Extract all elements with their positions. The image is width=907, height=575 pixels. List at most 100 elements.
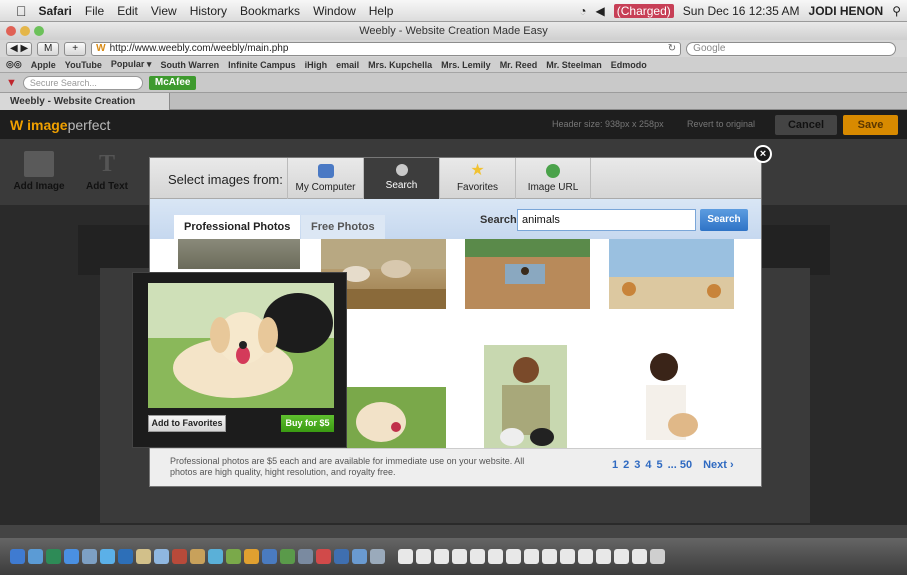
- menu-file[interactable]: File: [85, 4, 104, 18]
- dock-app-icon[interactable]: [190, 549, 205, 564]
- dock-app-icon[interactable]: [316, 549, 331, 564]
- menu-history[interactable]: History: [190, 4, 227, 18]
- dock-app-icon[interactable]: [100, 549, 115, 564]
- bookmark-item[interactable]: South Warren: [160, 60, 219, 70]
- menu-bookmarks[interactable]: Bookmarks: [240, 4, 300, 18]
- dock-app-icon[interactable]: [46, 549, 61, 564]
- mcafee-button[interactable]: McAfee: [148, 75, 197, 90]
- user-name[interactable]: JODI HENON: [809, 4, 884, 18]
- photo-thumbnail[interactable]: [628, 345, 711, 448]
- source-search[interactable]: Search: [363, 158, 439, 199]
- next-page-link[interactable]: Next ›: [703, 459, 734, 471]
- dock-document-icon[interactable]: [398, 549, 413, 564]
- menu-edit[interactable]: Edit: [117, 4, 138, 18]
- dock-app-icon[interactable]: [208, 549, 223, 564]
- dock-document-icon[interactable]: [416, 549, 431, 564]
- bookmark-item[interactable]: email: [336, 60, 359, 70]
- app-menu[interactable]: Safari: [39, 4, 72, 18]
- apple-icon[interactable]: : [16, 3, 27, 19]
- dock-app-icon[interactable]: [10, 549, 25, 564]
- photo-thumbnail[interactable]: [341, 387, 446, 448]
- dock-app-icon[interactable]: [28, 549, 43, 564]
- bookmark-item[interactable]: Infinite Campus: [228, 60, 296, 70]
- page-link[interactable]: 3: [634, 459, 640, 471]
- trash-icon[interactable]: [650, 549, 665, 564]
- source-image-url[interactable]: Image URL: [515, 158, 591, 199]
- secure-search-input[interactable]: Secure Search...: [22, 75, 143, 90]
- dock-document-icon[interactable]: [470, 549, 485, 564]
- dock-app-icon[interactable]: [154, 549, 169, 564]
- dock-document-icon[interactable]: [434, 549, 449, 564]
- buy-button[interactable]: Buy for $5: [281, 415, 334, 432]
- dock-document-icon[interactable]: [542, 549, 557, 564]
- spotlight-icon[interactable]: ⚲: [892, 4, 901, 18]
- dock-app-icon[interactable]: [334, 549, 349, 564]
- dock-document-icon[interactable]: [560, 549, 575, 564]
- add-bookmark-icon[interactable]: +: [64, 41, 87, 56]
- close-icon[interactable]: ×: [754, 145, 772, 163]
- minimize-window-icon[interactable]: [20, 26, 30, 36]
- dock-app-icon[interactable]: [262, 549, 277, 564]
- bookmark-item[interactable]: Apple: [31, 60, 56, 70]
- menu-window[interactable]: Window: [313, 4, 356, 18]
- source-my-computer[interactable]: My Computer: [287, 158, 363, 199]
- photo-thumbnail[interactable]: [484, 345, 567, 448]
- source-favorites[interactable]: ★ Favorites: [439, 158, 515, 199]
- zoom-window-icon[interactable]: [34, 26, 44, 36]
- dock-document-icon[interactable]: [578, 549, 593, 564]
- add-image-tool[interactable]: Add Image: [8, 145, 70, 203]
- bookmark-item[interactable]: Mr. Reed: [500, 60, 538, 70]
- page-link[interactable]: 1: [612, 459, 618, 471]
- bookmark-item[interactable]: iHigh: [305, 60, 328, 70]
- tab-professional-photos[interactable]: Professional Photos: [174, 215, 301, 239]
- dock-document-icon[interactable]: [632, 549, 647, 564]
- dock-app-icon[interactable]: [244, 549, 259, 564]
- bookmark-item[interactable]: Edmodo: [611, 60, 647, 70]
- mcafee-shield-icon[interactable]: ▼: [6, 77, 17, 89]
- bookmark-item[interactable]: Mrs. Kupchella: [368, 60, 432, 70]
- dock-app-icon[interactable]: [226, 549, 241, 564]
- dock-document-icon[interactable]: [614, 549, 629, 564]
- photo-thumbnail[interactable]: [609, 239, 734, 309]
- dock-app-icon[interactable]: [172, 549, 187, 564]
- dock-app-icon[interactable]: [118, 549, 133, 564]
- tab-free-photos[interactable]: Free Photos: [301, 215, 385, 239]
- save-button[interactable]: Save: [843, 115, 898, 135]
- volume-icon[interactable]: ◀: [596, 4, 605, 18]
- wifi-icon[interactable]: ◔: [579, 4, 586, 18]
- dock-app-icon[interactable]: [352, 549, 367, 564]
- dock-app-icon[interactable]: [136, 549, 151, 564]
- dock-document-icon[interactable]: [506, 549, 521, 564]
- dock-app-icon[interactable]: [370, 549, 385, 564]
- menu-help[interactable]: Help: [369, 4, 394, 18]
- bookmark-item[interactable]: Popular ▾: [111, 59, 152, 70]
- page-link[interactable]: 2: [623, 459, 629, 471]
- bookmark-item[interactable]: Mrs. Lemily: [441, 60, 491, 70]
- address-bar[interactable]: W http://www.weebly.com/weebly/main.php …: [91, 41, 682, 56]
- page-link[interactable]: 4: [645, 459, 651, 471]
- add-to-favorites-button[interactable]: Add to Favorites: [148, 415, 226, 432]
- dock-app-icon[interactable]: [298, 549, 313, 564]
- clock[interactable]: Sun Dec 16 12:35 AM: [683, 4, 800, 18]
- menu-view[interactable]: View: [151, 4, 177, 18]
- photo-thumbnail[interactable]: [465, 239, 590, 309]
- google-search-input[interactable]: Google: [686, 41, 897, 56]
- bookmark-item[interactable]: Mr. Steelman: [546, 60, 602, 70]
- reading-list-icon[interactable]: ◎◎: [6, 59, 22, 70]
- cancel-button[interactable]: Cancel: [775, 115, 837, 135]
- browser-tab[interactable]: Weebly - Website Creation Made...: [0, 93, 170, 124]
- dock-app-icon[interactable]: [280, 549, 295, 564]
- photo-thumbnail[interactable]: [178, 239, 300, 269]
- dock-document-icon[interactable]: [596, 549, 611, 564]
- revert-link[interactable]: Revert to original: [687, 119, 755, 129]
- battery-status[interactable]: (Charged): [613, 3, 674, 18]
- close-window-icon[interactable]: [6, 26, 16, 36]
- page-link[interactable]: ... 50: [668, 459, 692, 471]
- bookmark-item[interactable]: YouTube: [65, 60, 102, 70]
- dock-app-icon[interactable]: [82, 549, 97, 564]
- page-link[interactable]: 5: [657, 459, 663, 471]
- reload-icon[interactable]: ↻: [668, 43, 676, 55]
- add-text-tool[interactable]: T Add Text: [76, 145, 138, 203]
- search-input[interactable]: animals: [517, 209, 696, 231]
- search-button[interactable]: Search: [700, 209, 748, 231]
